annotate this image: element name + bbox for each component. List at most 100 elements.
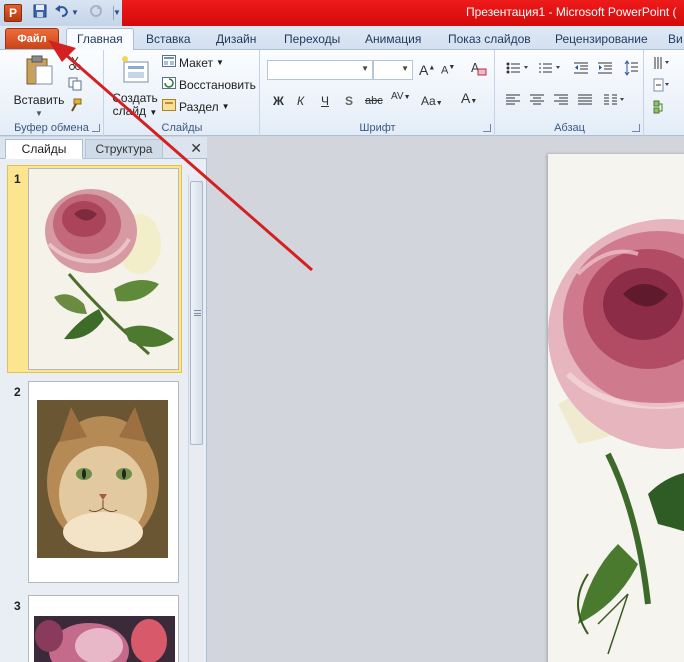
align-text-icon[interactable]: [653, 78, 673, 95]
undo-icon[interactable]: [52, 4, 72, 22]
change-case-dropdown-icon: ▼: [435, 100, 443, 107]
smartart-icon[interactable]: [653, 100, 673, 117]
font-color-label: A: [461, 90, 471, 106]
section-button[interactable]: Раздел ▼: [162, 99, 230, 114]
group-paragraph: Абзац: [496, 50, 644, 136]
panel-tab-slides[interactable]: Слайды: [5, 139, 83, 159]
group-font: ▼ ▼ A▲ A▼ A Ж К Ч S abc AV▼ Aa▼ A▼ Шрифт: [261, 50, 495, 136]
powerpoint-app-icon[interactable]: P: [4, 4, 22, 22]
numbering-icon[interactable]: [538, 62, 562, 77]
new-slide-label-2-text: слайд: [112, 104, 147, 118]
paragraph-group-label: Абзац: [554, 122, 585, 134]
tab-transitions[interactable]: Переходы: [284, 29, 340, 50]
paste-dropdown-icon: ▼: [35, 109, 43, 118]
layout-button[interactable]: Макет ▼: [162, 55, 224, 70]
scrollbar-thumb[interactable]: [190, 181, 203, 445]
redo-icon[interactable]: [86, 4, 106, 22]
tab-insert[interactable]: Вставка: [146, 29, 191, 50]
scrollbar-grip-icon: [194, 310, 201, 316]
tab-slideshow[interactable]: Показ слайдов: [448, 29, 531, 50]
ribbon: Вставить ▼ Буфер обмена Создать слайд ▼ …: [0, 50, 684, 136]
undo-dropdown-icon[interactable]: ▼: [70, 4, 80, 22]
window-title: Презентация1 - Microsoft PowerPoint (: [466, 5, 677, 19]
align-left-icon[interactable]: [506, 94, 520, 109]
current-slide[interactable]: [548, 154, 684, 662]
tab-home[interactable]: Главная: [66, 28, 134, 51]
new-slide-button[interactable]: Создать слайд ▼: [111, 54, 159, 119]
bullets-icon[interactable]: [506, 62, 530, 77]
paste-button[interactable]: Вставить ▼: [12, 54, 66, 120]
shadow-button[interactable]: S: [345, 94, 353, 108]
slide-number-2: 2: [14, 385, 21, 399]
justify-icon[interactable]: [578, 94, 592, 109]
save-icon[interactable]: [30, 4, 50, 22]
reset-button[interactable]: Восстановить: [162, 77, 256, 92]
brush-icon: [68, 98, 82, 115]
customize-qat-icon[interactable]: ▼: [112, 4, 122, 22]
clipboard-group-label: Буфер обмена: [14, 122, 89, 134]
font-color-button[interactable]: A▼: [461, 90, 477, 106]
tab-design[interactable]: Дизайн: [216, 29, 256, 50]
increase-indent-icon[interactable]: [598, 62, 612, 77]
layout-dropdown-icon: ▼: [215, 58, 224, 67]
slides-group-label: Слайды: [161, 122, 203, 134]
char-spacing-button[interactable]: AV▼: [391, 91, 411, 102]
bold-button[interactable]: Ж: [273, 94, 284, 108]
font-launcher-icon[interactable]: [483, 124, 491, 132]
shrink-font-icon[interactable]: A▼: [441, 64, 455, 77]
layout-icon: [162, 55, 176, 70]
rose-painting-thumbnail: [29, 169, 178, 369]
panel-tab-outline[interactable]: Структура: [85, 139, 163, 159]
format-painter-button[interactable]: [68, 98, 82, 115]
decrease-indent-icon[interactable]: [574, 62, 588, 77]
slides-panel: Слайды Структура ✕ 1 2 3: [0, 137, 207, 662]
font-name-dropdown-icon[interactable]: ▼: [361, 64, 369, 73]
paste-icon: [24, 54, 54, 86]
cut-button[interactable]: [68, 56, 82, 73]
font-size-combo[interactable]: ▼: [373, 60, 413, 80]
cat-painting-thumbnail: [29, 382, 178, 582]
panel-scrollbar[interactable]: [188, 175, 204, 662]
paragraph-launcher-icon[interactable]: [632, 124, 640, 132]
copy-button[interactable]: [68, 77, 82, 94]
slide-thumbnail-1[interactable]: [28, 168, 179, 370]
clear-formatting-icon[interactable]: A: [471, 60, 487, 81]
reset-icon: [162, 77, 176, 92]
change-case-button[interactable]: Aa▼: [421, 94, 443, 108]
font-name-combo[interactable]: ▼: [267, 60, 373, 80]
italic-button[interactable]: К: [297, 94, 304, 108]
align-center-icon[interactable]: [530, 94, 544, 109]
font-size-dropdown-icon[interactable]: ▼: [401, 64, 409, 73]
slide-thumbnail-2[interactable]: [28, 381, 179, 583]
tab-view[interactable]: Ви: [668, 29, 683, 50]
strikethrough-button[interactable]: abc: [365, 95, 383, 107]
close-icon[interactable]: ✕: [190, 140, 202, 157]
scissors-icon: [68, 56, 82, 73]
group-clipboard: Вставить ▼ Буфер обмена: [0, 50, 104, 136]
slide-thumbnail-3[interactable]: [28, 595, 179, 662]
new-slide-icon: [118, 54, 152, 86]
ribbon-tabs: Файл Главная Вставка Дизайн Переходы Ани…: [0, 26, 684, 51]
grow-font-icon[interactable]: A▲: [419, 62, 435, 78]
char-spacing-dropdown-icon: ▼: [403, 94, 411, 101]
section-icon: [162, 99, 176, 114]
slide-editor: [208, 137, 684, 662]
line-spacing-icon[interactable]: [624, 60, 638, 79]
slide-number-1: 1: [14, 172, 21, 186]
copy-icon: [68, 77, 82, 94]
rose-painting-image[interactable]: [548, 154, 684, 662]
underline-button[interactable]: Ч: [321, 94, 329, 108]
tab-file[interactable]: Файл: [5, 28, 59, 49]
panel-tabs: Слайды Структура ✕: [0, 137, 207, 159]
columns-icon[interactable]: [604, 94, 626, 109]
section-label: Раздел: [179, 99, 219, 114]
clipboard-launcher-icon[interactable]: [92, 124, 100, 132]
align-right-icon[interactable]: [554, 94, 568, 109]
layout-label: Макет: [179, 55, 213, 70]
tab-review[interactable]: Рецензирование: [555, 29, 648, 50]
tab-animation[interactable]: Анимация: [365, 29, 421, 50]
font-color-dropdown-icon: ▼: [470, 98, 478, 105]
paste-label: Вставить: [13, 93, 65, 107]
text-direction-icon[interactable]: [653, 56, 673, 73]
font-group-label: Шрифт: [359, 122, 396, 134]
